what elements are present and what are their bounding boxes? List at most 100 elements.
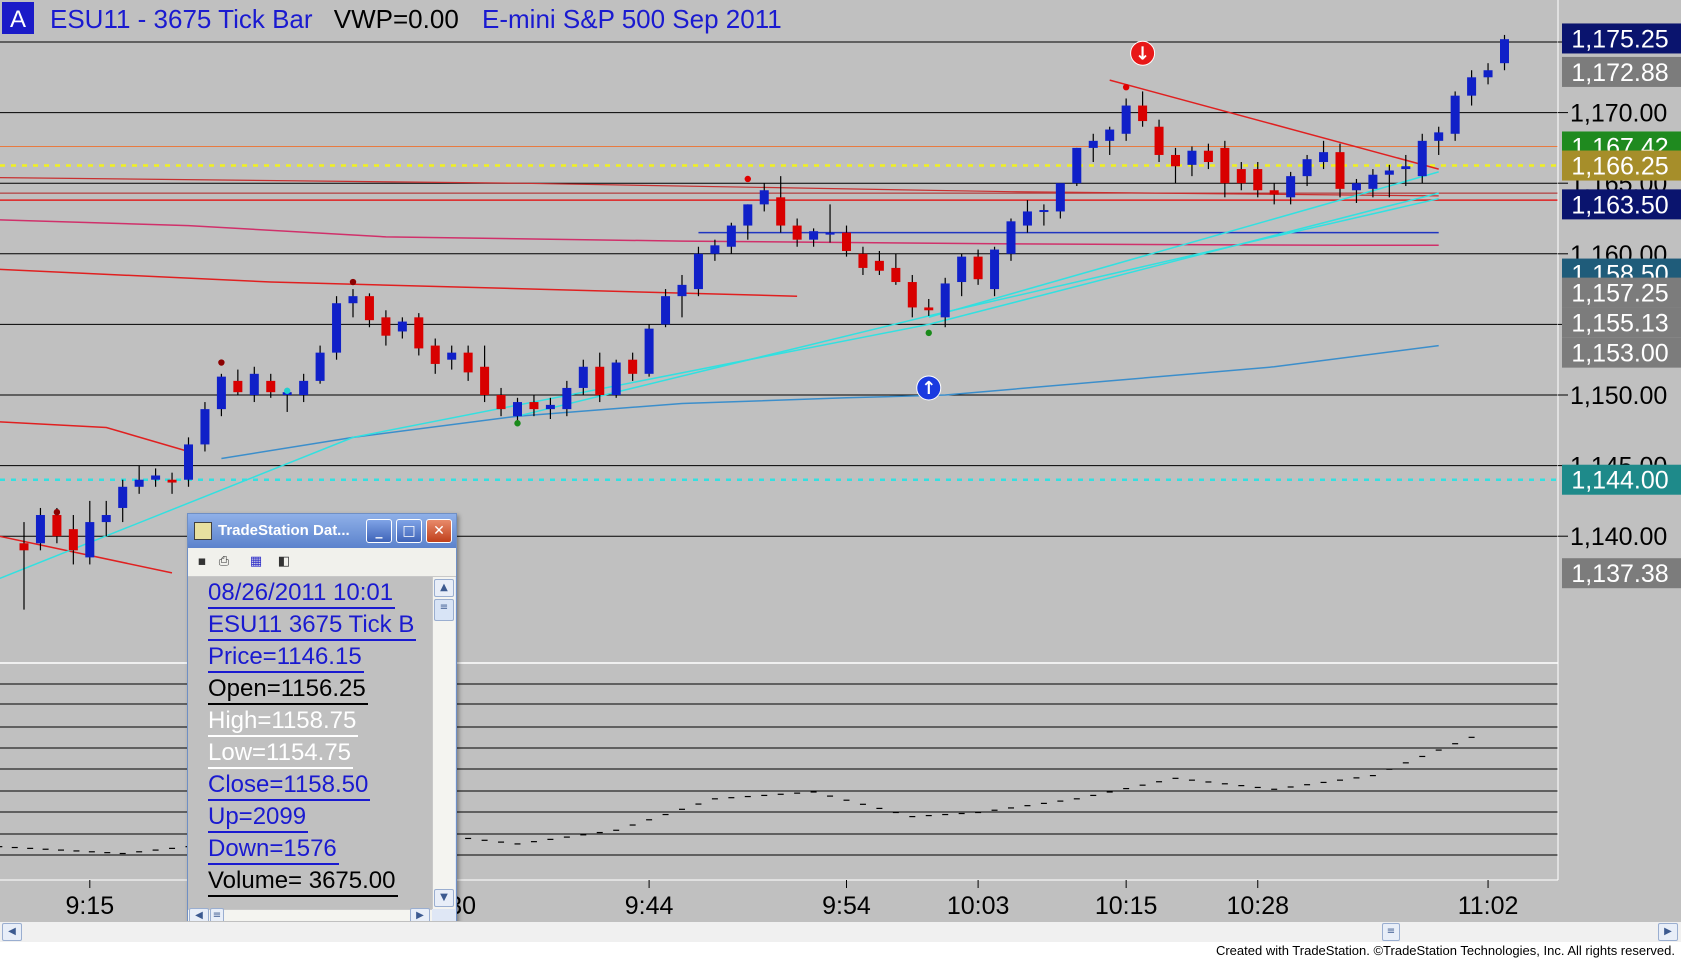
candle-body-down [529,402,539,410]
candle-body-down [1138,105,1148,122]
candle-body-down [973,256,983,280]
data-window-row: 08/26/2011 10:01 [208,579,396,610]
candle-body-up [1121,105,1131,134]
time-tick-label: 10:28 [1226,892,1289,920]
scroll-down-button[interactable]: ▼ [434,889,454,907]
scroll-thumb[interactable]: ≡ [434,599,454,621]
candle-body-down [1335,152,1345,189]
candle-body-up [1467,77,1477,96]
candle-body-up [134,479,144,487]
candle-body-down [907,282,917,308]
instrument-name: E-mini S&P 500 Sep 2011 [482,4,782,34]
chart-title: ESU11 - 3675 Tick Bar [50,4,313,34]
data-window[interactable]: TradeStation Dat... _ □ ✕ ▪ ⎙ ▦ ◧ 08/26/… [187,513,457,924]
data-window-row-text: Down=1576 [208,835,339,865]
properties-icon[interactable]: ◧ [276,554,292,569]
candle-body-up [693,253,703,290]
price-tick-label: 1,140.00 [1570,523,1667,551]
candle-body-up [447,352,457,360]
price-tag-label: 1,163.50 [1571,191,1668,219]
price-tag-label: 1,166.25 [1571,153,1668,181]
time-tick-label: 10:15 [1095,892,1158,920]
scroll-up-button[interactable]: ▲ [434,579,454,597]
data-window-vertical-scrollbar[interactable]: ▲ ≡ ▼ [432,577,455,909]
data-window-row-text: 08/26/2011 10:01 [208,579,396,609]
candle-body-up [1401,166,1411,170]
minimize-button[interactable]: _ [366,519,392,543]
candle-body-up [1417,140,1427,177]
grid-icon[interactable]: ▦ [248,554,264,569]
data-window-row: High=1158.75 [208,707,359,738]
candle-body-down [924,307,934,311]
print-icon[interactable]: ⎙ [216,554,232,569]
price-tag-label: 1,144.00 [1571,467,1668,495]
data-window-row: Up=2099 [208,803,309,834]
data-window-title: TradeStation Dat... [218,522,350,539]
price-tag-label: 1,155.13 [1571,310,1668,338]
candle-body-up [299,380,309,395]
data-window-titlebar[interactable]: TradeStation Dat... _ □ ✕ [188,514,456,548]
data-window-row-text: Up=2099 [208,803,309,833]
close-button[interactable]: ✕ [426,519,452,543]
candle-body-up [1006,221,1016,254]
candle-body-up [1072,147,1082,184]
candle-body-down [1220,147,1230,184]
buy-arrow-icon: ↑ [921,378,936,399]
data-window-row: Open=1156.25 [208,675,368,706]
candle-body-down [266,380,276,393]
candle-body-up [101,515,111,523]
candle-body-up [1351,183,1361,191]
candle-body-down [463,352,473,373]
candle-body-up [35,515,45,544]
indicator-dot [218,359,225,366]
maximize-button[interactable]: □ [396,519,422,543]
chart-scroll-left-button[interactable]: ◀ [2,923,22,941]
candle-body-up [1483,70,1493,78]
candle-body-up [562,387,572,410]
candle-body-up [1105,129,1115,141]
candle-body-up [397,321,407,332]
time-tick-label: 11:02 [1458,892,1519,920]
chart-header: A ESU11 - 3675 Tick Bar VWP=0.00 E-mini … [2,2,782,34]
data-window-row: Volume= 3675.00 [208,867,398,898]
candle-body-up [348,296,358,304]
time-tick-label: 9:44 [625,892,674,920]
candle-body-down [874,260,884,271]
candle-body-up [726,225,736,247]
data-window-row-text: High=1158.75 [208,707,359,737]
indicator-dot [744,175,751,183]
candle-body-up [1500,39,1509,64]
candle-body-up [990,249,1000,290]
candle-body-up [743,204,753,226]
data-window-row: Down=1576 [208,835,339,866]
candle-body-up [332,303,342,353]
save-icon[interactable]: ▪ [194,554,210,569]
time-tick-label: 9:15 [65,892,114,920]
data-window-row: Price=1146.15 [208,643,364,674]
chart-scroll-right-button[interactable]: ▶ [1658,923,1678,941]
candle-body-up [545,404,555,410]
candle-body-up [118,486,128,508]
time-tick-label: 9:54 [822,892,871,920]
indicator-dot [53,508,61,516]
candle-body-up [611,362,621,395]
data-window-toolbar: ▪ ⎙ ▦ ◧ [188,548,456,577]
candle-body-down [595,366,605,395]
candle-body-up [184,444,193,480]
candle-body-up [710,245,720,254]
candle-body-down [52,515,62,537]
candle-body-down [381,317,391,336]
candle-body-up [809,231,819,240]
candle-body-up [825,232,835,235]
svg-text:ESU11 - 3675 Tick Bar VW: ESU11 - 3675 Tick Bar VWP=0.00 E-mini S&… [50,4,782,34]
chart-horizontal-scrollbar[interactable]: ◀ ≡ ▶ [0,921,1681,942]
candle-body-down [496,395,506,410]
chart-scroll-thumb[interactable]: ≡ [1382,923,1400,941]
indicator-dot [514,420,521,427]
candle-body-down [842,232,851,251]
candle-body-up [513,402,522,417]
candle-body-down [167,479,177,483]
candle-body-up [1187,150,1197,165]
candle-body-up [1055,183,1065,212]
candle-body-up [957,256,967,283]
